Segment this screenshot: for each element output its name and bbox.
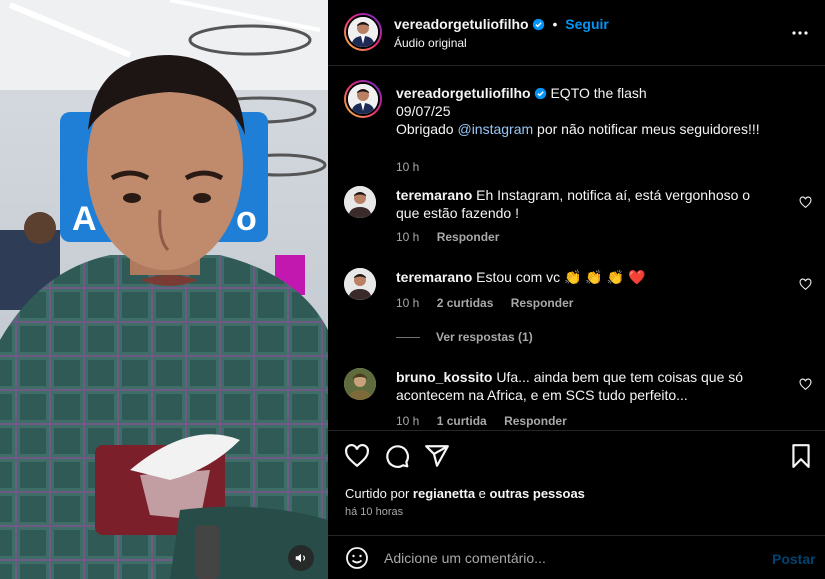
reply-button[interactable]: Responder (437, 230, 500, 244)
video-frame: A o (0, 0, 328, 579)
post-comment-button[interactable]: Postar (772, 551, 816, 567)
comment-username[interactable]: teremarano (396, 269, 472, 285)
liked-by-prefix: Curtido por (345, 486, 413, 501)
comment-text: Estou com vc 👏 👏 👏 ❤️ (476, 269, 646, 285)
like-comment-heart-icon[interactable] (799, 196, 812, 209)
audio-label[interactable]: Áudio original (394, 36, 467, 50)
reply-button[interactable]: Responder (511, 296, 574, 310)
commenter-avatar-image (344, 268, 376, 300)
comments-list[interactable]: vereadorgetuliofilho EQTO the flash 09/0… (328, 66, 825, 430)
caption-text: vereadorgetuliofilho EQTO the flash 09/0… (396, 84, 816, 138)
comment-meta: 10 h 2 curtidas Responder (396, 296, 587, 310)
volume-icon (295, 553, 306, 563)
verified-badge-icon (534, 87, 546, 100)
author-avatar-image (348, 17, 378, 47)
comment-username[interactable]: bruno_kossito (396, 369, 492, 385)
caption-avatar-image (348, 84, 378, 114)
comment-item: teremarano Estou com vc 👏 👏 👏 ❤️ 10 h 2 … (344, 268, 812, 328)
view-replies-button[interactable]: Ver respostas (1) (396, 330, 533, 344)
commenter-avatar[interactable] (344, 268, 376, 300)
post-details-panel: vereadorgetuliofilho • Seguir Áudio orig… (328, 0, 825, 579)
comment-body: bruno_kossito Ufa... ainda bem que tem c… (396, 368, 776, 404)
caption-author-avatar[interactable] (344, 80, 382, 118)
comment-body: teremarano Estou com vc 👏 👏 👏 ❤️ (396, 268, 776, 286)
like-heart-icon[interactable] (344, 443, 370, 469)
comment-meta: 10 h Responder (396, 230, 513, 244)
comment-time[interactable]: 10 h (396, 230, 419, 244)
reply-button[interactable]: Responder (504, 414, 567, 428)
caption-line-3-prefix: Obrigado (396, 121, 458, 137)
post-actions: Curtido por regianetta e outras pessoas … (328, 430, 825, 530)
author-avatar[interactable] (344, 13, 382, 51)
liked-by-user[interactable]: regianetta (413, 486, 475, 501)
comment-likes-count[interactable]: 1 curtida (437, 414, 487, 428)
caption-username[interactable]: vereadorgetuliofilho (396, 85, 531, 101)
post-header: vereadorgetuliofilho • Seguir Áudio orig… (328, 0, 825, 66)
comment-body: teremarano Eh Instagram, notifica aí, es… (396, 186, 776, 222)
comment-item: bruno_kossito Ufa... ainda bem que tem c… (344, 368, 812, 428)
reel-video[interactable]: A o (0, 0, 328, 579)
comment-item: teremarano Eh Instagram, notifica aí, es… (344, 186, 812, 246)
liked-by-summary[interactable]: Curtido por regianetta e outras pessoas (345, 486, 585, 501)
view-replies-label: Ver respostas (1) (436, 330, 533, 344)
comment-composer: Postar (328, 535, 825, 579)
replies-divider (396, 336, 420, 338)
comment-likes-count[interactable]: 2 curtidas (437, 296, 494, 310)
comment-time[interactable]: 10 h (396, 414, 419, 428)
commenter-avatar-image (344, 186, 376, 218)
comment-username[interactable]: teremarano (396, 187, 472, 203)
liked-by-middle: e (475, 486, 490, 501)
comment-time[interactable]: 10 h (396, 296, 419, 310)
comment-meta: 10 h 1 curtida Responder (396, 414, 581, 428)
svg-text:A: A (72, 200, 97, 238)
verified-badge-icon (532, 18, 544, 31)
caption-line-2: 09/07/25 (396, 103, 451, 119)
liked-by-others[interactable]: outras pessoas (490, 486, 585, 501)
author-username[interactable]: vereadorgetuliofilho (394, 16, 529, 32)
commenter-avatar-image (344, 368, 376, 400)
post-timestamp[interactable]: há 10 horas (345, 506, 403, 518)
save-bookmark-icon[interactable] (788, 443, 814, 469)
comment-bubble-icon[interactable] (384, 443, 410, 469)
follow-button[interactable]: Seguir (565, 16, 609, 32)
comment-input[interactable] (384, 547, 754, 569)
caption-time[interactable]: 10 h (396, 160, 419, 174)
mute-toggle-button[interactable] (288, 545, 314, 571)
caption-mention[interactable]: @instagram (457, 121, 533, 137)
caption-line-1: EQTO the flash (550, 85, 647, 101)
commenter-avatar[interactable] (344, 368, 376, 400)
header-separator: • (552, 16, 558, 32)
share-paper-plane-icon[interactable] (424, 443, 450, 469)
emoji-icon[interactable] (345, 546, 369, 570)
svg-text:o: o (236, 200, 257, 238)
commenter-avatar[interactable] (344, 186, 376, 218)
like-comment-heart-icon[interactable] (799, 378, 812, 391)
more-options-icon[interactable] (790, 23, 810, 43)
like-comment-heart-icon[interactable] (799, 278, 812, 291)
caption-line-3-suffix: por não notificar meus seguidores!!! (533, 121, 760, 137)
